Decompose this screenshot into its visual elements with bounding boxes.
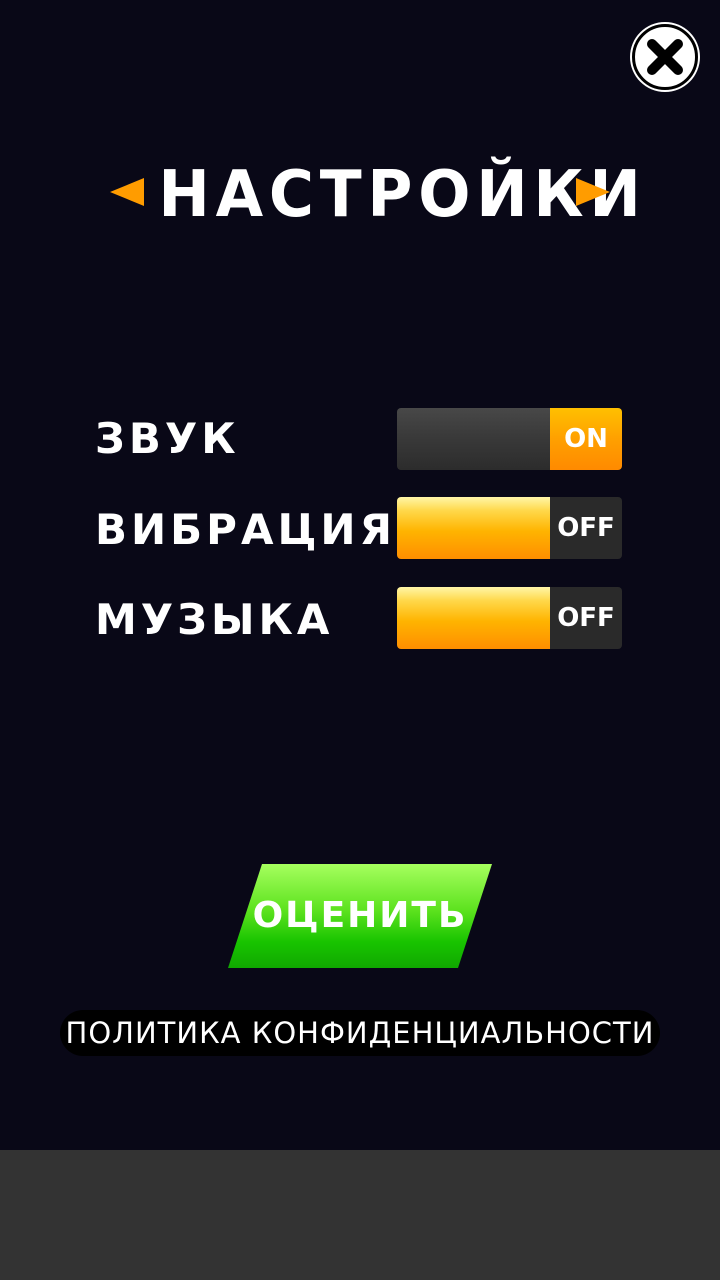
toggle-state: ON — [550, 408, 622, 470]
title-row: НАСТРОЙКИ — [0, 150, 720, 240]
music-toggle[interactable]: OFF — [397, 587, 622, 649]
page-title: НАСТРОЙКИ — [158, 158, 647, 232]
toggle-track — [397, 408, 550, 470]
vibration-label: ВИБРАЦИЯ — [95, 505, 396, 554]
settings-panel: НАСТРОЙКИ ЗВУК ON ВИБРАЦИЯ OFF МУЗЫКА OF… — [0, 0, 720, 1150]
rate-button[interactable]: ОЦЕНИТЬ — [228, 864, 492, 968]
toggle-track — [397, 587, 550, 649]
toggle-track — [397, 497, 550, 559]
rate-button-label: ОЦЕНИТЬ — [252, 895, 468, 936]
privacy-policy-link[interactable]: ПОЛИТИКА КОНФИДЕНЦИАЛЬНОСТИ — [60, 1010, 660, 1056]
arrow-left-icon[interactable] — [110, 178, 144, 206]
music-label: МУЗЫКА — [95, 595, 334, 644]
sound-label: ЗВУК — [95, 414, 240, 463]
vibration-toggle[interactable]: OFF — [397, 497, 622, 559]
close-icon — [647, 39, 683, 75]
bottom-bar — [0, 1150, 720, 1280]
sound-toggle[interactable]: ON — [397, 408, 622, 470]
toggle-state: OFF — [550, 497, 622, 559]
close-button[interactable] — [632, 24, 698, 90]
toggle-state: OFF — [550, 587, 622, 649]
arrow-right-icon[interactable] — [576, 178, 610, 206]
